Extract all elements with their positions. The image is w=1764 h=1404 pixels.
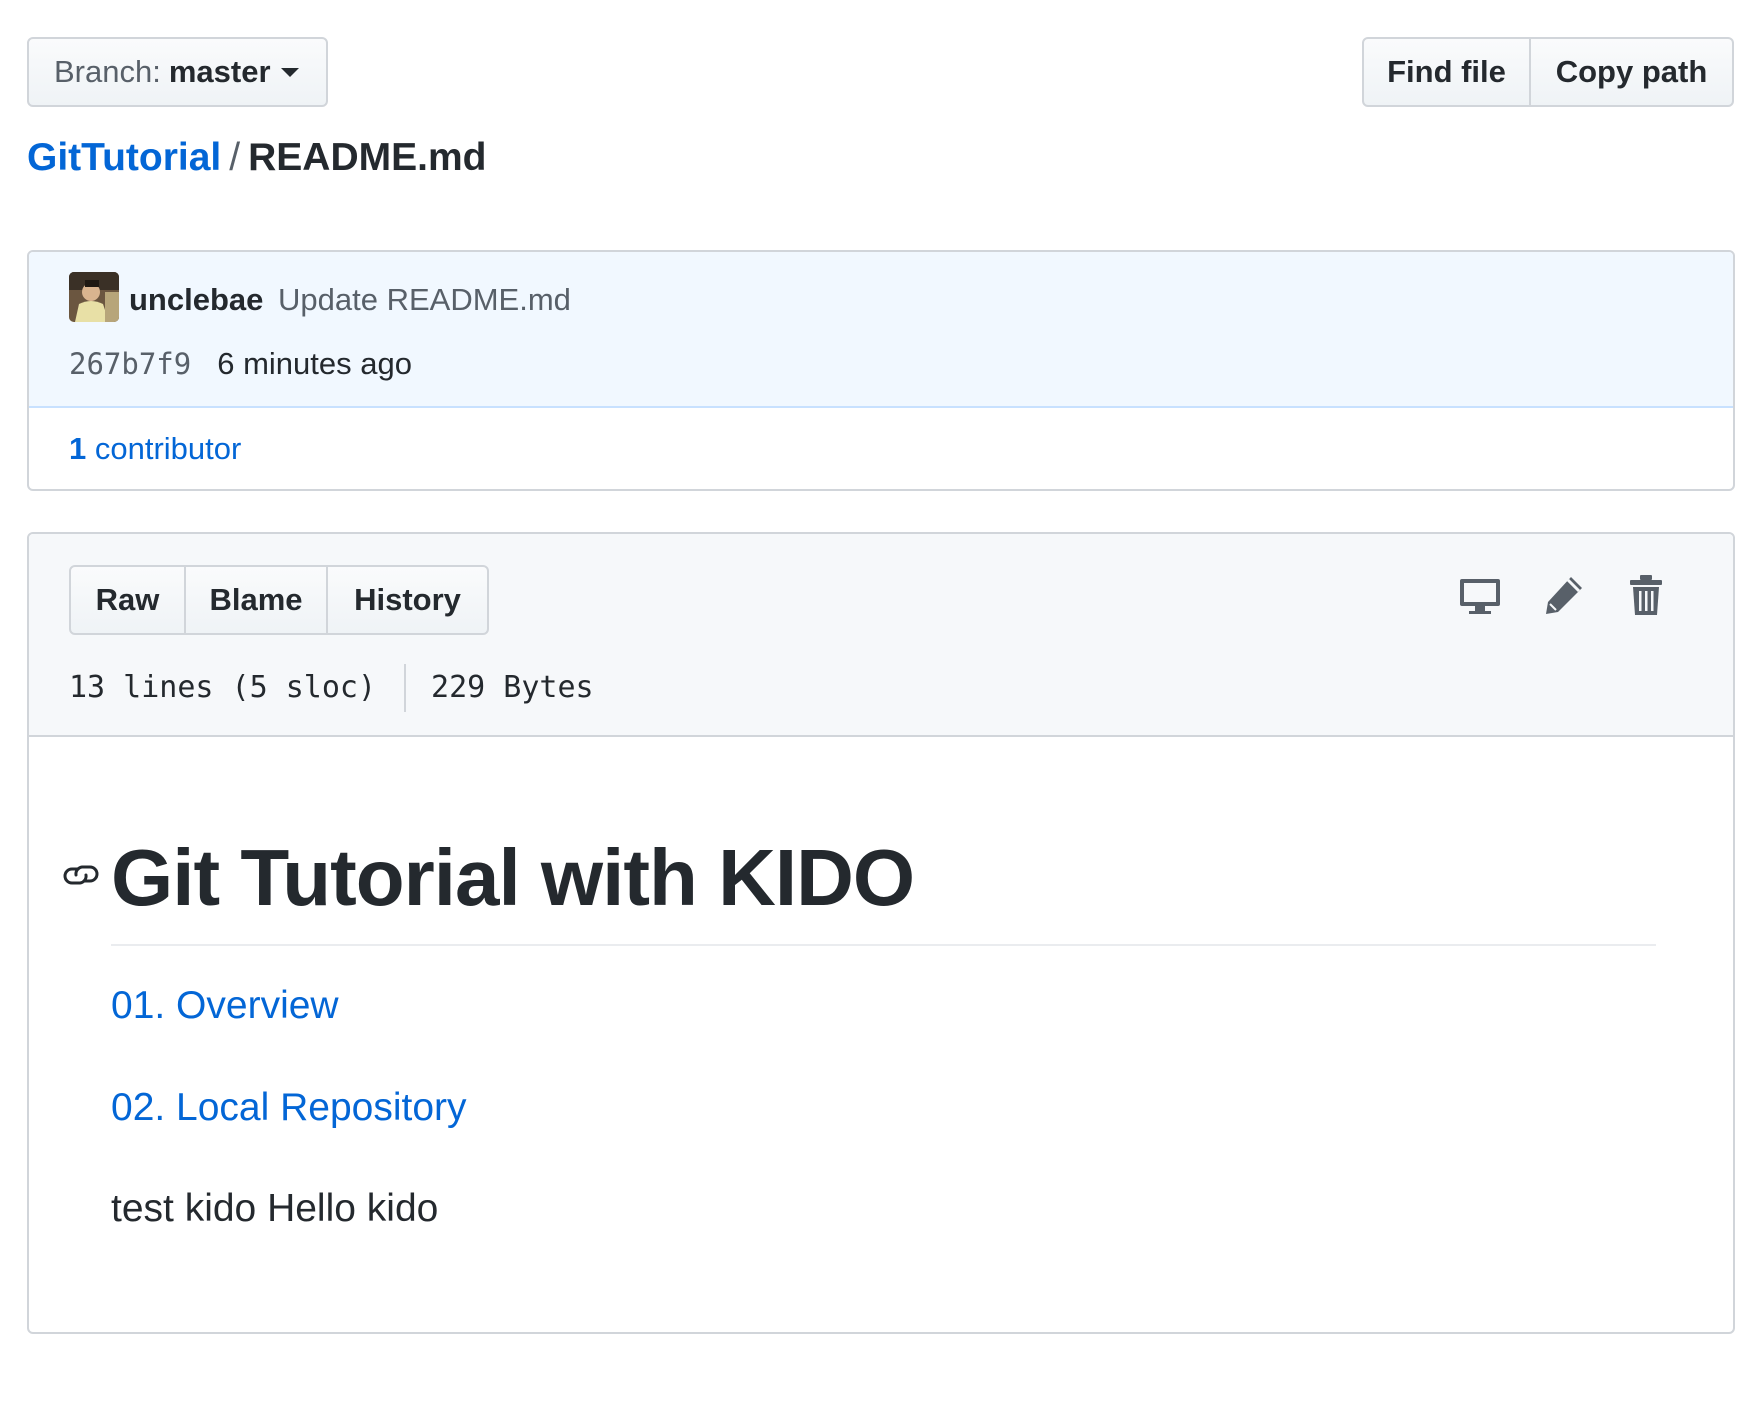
desktop-icon[interactable] bbox=[1457, 572, 1503, 618]
commit-header: unclebae Update README.md 267b7f9 6 minut… bbox=[29, 252, 1733, 408]
history-button[interactable]: History bbox=[328, 565, 489, 635]
readme-paragraph: test kido Hello kido bbox=[111, 1187, 439, 1230]
avatar[interactable] bbox=[69, 272, 119, 322]
file-line-count: 13 lines (5 sloc) bbox=[69, 670, 377, 705]
commit-title: unclebae Update README.md bbox=[129, 280, 571, 320]
readme-heading: Git Tutorial with KIDO bbox=[111, 833, 915, 922]
commit-tease: unclebae Update README.md 267b7f9 6 minut… bbox=[27, 250, 1735, 491]
file-navigation-buttons: Find file Copy path bbox=[1362, 37, 1734, 107]
readme-link-local-repository[interactable]: 02. Local Repository bbox=[111, 1084, 467, 1132]
breadcrumb-file: README.md bbox=[248, 136, 487, 179]
raw-button[interactable]: Raw bbox=[69, 565, 186, 635]
file-action-buttons: Raw Blame History bbox=[69, 565, 489, 635]
blame-button[interactable]: Blame bbox=[186, 565, 328, 635]
commit-time: 6 minutes ago bbox=[217, 346, 412, 381]
contributors-link[interactable]: 1 contributor bbox=[69, 429, 241, 469]
branch-value: master bbox=[168, 54, 271, 89]
trash-icon[interactable] bbox=[1623, 572, 1669, 618]
branch-label: Branch: bbox=[54, 54, 161, 89]
file-size: 229 Bytes bbox=[431, 670, 594, 705]
commit-meta: 267b7f9 6 minutes ago bbox=[69, 344, 412, 384]
find-file-button[interactable]: Find file bbox=[1362, 37, 1531, 107]
branch-select-button[interactable]: Branch: master bbox=[27, 37, 328, 107]
breadcrumb: GitTutorial / README.md bbox=[27, 132, 486, 184]
commit-message-link[interactable]: Update README.md bbox=[278, 282, 571, 317]
file-info: 13 lines (5 sloc) 229 Bytes bbox=[69, 664, 594, 712]
link-anchor-icon[interactable] bbox=[61, 855, 101, 895]
contributors-label: contributor bbox=[94, 431, 242, 466]
readme-content: Git Tutorial with KIDO 01. Overview 02. … bbox=[29, 737, 1733, 1332]
heading-divider bbox=[111, 944, 1656, 946]
copy-path-button[interactable]: Copy path bbox=[1531, 37, 1734, 107]
file-viewer: Raw Blame History 13 lines (5 sloc) 229 … bbox=[27, 532, 1735, 1334]
contributors-count: 1 bbox=[69, 431, 87, 466]
file-header: Raw Blame History 13 lines (5 sloc) 229 … bbox=[29, 534, 1733, 737]
readme-link-overview[interactable]: 01. Overview bbox=[111, 982, 339, 1030]
breadcrumb-separator: / bbox=[229, 136, 241, 179]
caret-down-icon bbox=[280, 67, 299, 77]
pencil-icon[interactable] bbox=[1541, 572, 1587, 618]
commit-author-link[interactable]: unclebae bbox=[129, 282, 263, 317]
commit-sha-link[interactable]: 267b7f9 bbox=[69, 347, 191, 381]
breadcrumb-repo-link[interactable]: GitTutorial bbox=[27, 136, 221, 179]
file-info-divider bbox=[404, 664, 407, 712]
